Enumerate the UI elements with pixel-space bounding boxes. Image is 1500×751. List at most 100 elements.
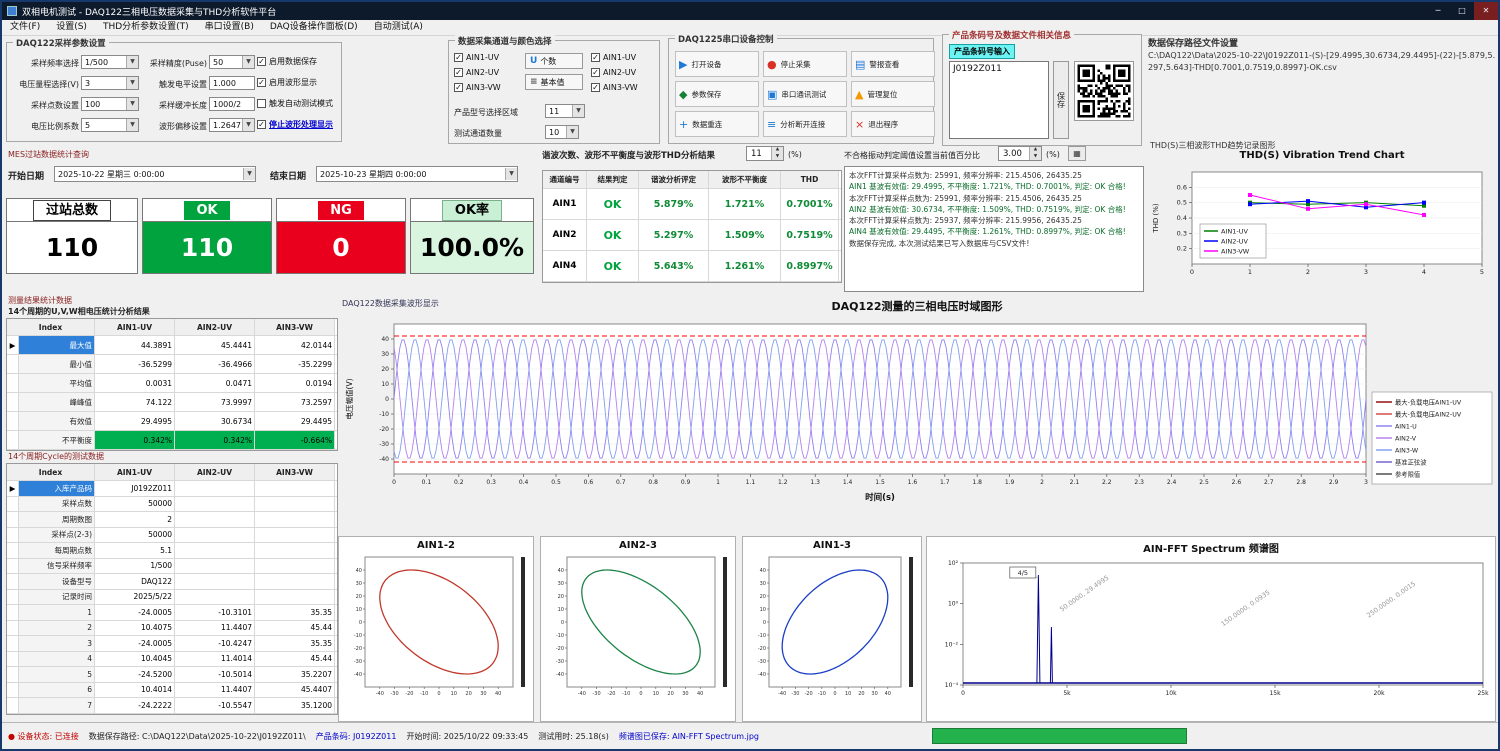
title-bar[interactable]: 双相电机测试 - DAQ122三相电压数据采集与THD分析软件平台 ─ □ ✕: [2, 2, 1498, 20]
checkbox-AIN1-UV[interactable]: ✓AIN1-UV: [454, 53, 501, 62]
table-row[interactable]: 每周期点数5.1: [7, 543, 337, 559]
device-button-管理复位[interactable]: ▲管理复位: [851, 81, 935, 107]
cell[interactable]: -36.4966: [175, 355, 255, 373]
end-date-picker[interactable]: 2025-10-23 星期四 0:00:00▼: [316, 166, 518, 182]
start-date-picker[interactable]: 2025-10-22 星期三 0:00:00▼: [54, 166, 256, 182]
cell[interactable]: [255, 590, 335, 605]
thd-row[interactable]: AIN1OK5.879%1.721%0.7001%: [543, 189, 841, 220]
checkbox-icon[interactable]: ✓: [591, 68, 600, 77]
chart-view-button[interactable]: ▦: [1068, 146, 1086, 161]
table-row[interactable]: ▶最大值44.389145.444142.0144: [7, 336, 337, 355]
thd-row[interactable]: AIN4OK5.643%1.261%0.8997%: [543, 251, 841, 282]
spin-down-icon[interactable]: ▼: [1030, 154, 1041, 161]
cell[interactable]: -24.0005: [95, 636, 175, 651]
device-button-串口通讯测试[interactable]: ▣串口通讯测试: [763, 81, 847, 107]
checkbox-icon[interactable]: ✓: [257, 120, 266, 129]
cell[interactable]: 73.9997: [175, 393, 255, 411]
table-row[interactable]: 7-24.2222-10.554735.1200: [7, 698, 337, 714]
cell[interactable]: 0.0194: [255, 374, 335, 392]
checkbox-AIN3-VW[interactable]: ✓AIN3-VW: [454, 83, 501, 92]
device-button-数据重连[interactable]: +数据重连: [675, 111, 759, 137]
menu-item-1[interactable]: 设置(S): [48, 20, 95, 35]
cell[interactable]: 45.44: [255, 652, 335, 667]
chevron-down-icon[interactable]: ▼: [566, 126, 578, 138]
checkbox-icon[interactable]: ✓: [591, 53, 600, 62]
cell[interactable]: [255, 559, 335, 574]
calendar-dropdown-icon[interactable]: ▼: [505, 168, 517, 180]
cell[interactable]: [175, 528, 255, 543]
table-row[interactable]: ▶入库产品码J0192Z011: [7, 481, 337, 497]
menu-item-2[interactable]: THD分析参数设置(T): [95, 20, 197, 35]
cell[interactable]: 45.4407: [255, 683, 335, 698]
cell[interactable]: 11.4014: [175, 652, 255, 667]
checkbox-AIN1-UV[interactable]: ✓AIN1-UV: [591, 53, 638, 62]
maximize-button[interactable]: □: [1450, 2, 1474, 20]
menu-item-5[interactable]: 自动测试(A): [366, 20, 431, 35]
cell[interactable]: 35.2207: [255, 667, 335, 682]
device-button-打开设备[interactable]: ▶打开设备: [675, 51, 759, 77]
minimize-button[interactable]: ─: [1426, 2, 1450, 20]
cell[interactable]: [175, 574, 255, 589]
table-row[interactable]: 采样点(2-3)50000: [7, 528, 337, 544]
checkbox-icon[interactable]: ✓: [454, 53, 463, 62]
cell[interactable]: 0.0031: [95, 374, 175, 392]
harmonic-spinner[interactable]: 11 ▲▼: [746, 146, 784, 161]
cell[interactable]: 44.3891: [95, 336, 175, 354]
table-row[interactable]: 采样点数50000: [7, 497, 337, 513]
checkbox-AIN3-VW[interactable]: ✓AIN3-VW: [591, 83, 638, 92]
cell[interactable]: [255, 543, 335, 558]
cell[interactable]: 2: [95, 512, 175, 527]
table-row[interactable]: 最小值-36.5299-36.4966-35.2299: [7, 355, 337, 374]
device-button-退出程序[interactable]: ×退出程序: [851, 111, 935, 137]
menu-item-4[interactable]: DAQ设备操作面板(D): [262, 20, 366, 35]
cell[interactable]: 29.4495: [255, 412, 335, 430]
table-row[interactable]: 有效值29.499530.673429.4495: [7, 412, 337, 431]
cell[interactable]: 50000: [95, 528, 175, 543]
thd-row[interactable]: AIN2OK5.297%1.509%0.7519%: [543, 220, 841, 251]
cell[interactable]: [255, 528, 335, 543]
checkbox-启用波形显示[interactable]: ✓启用波形显示: [257, 77, 317, 88]
checkbox-icon[interactable]: ✓: [454, 68, 463, 77]
checkbox-icon[interactable]: ✓: [591, 83, 600, 92]
cell[interactable]: 29.4995: [95, 412, 175, 430]
model-select[interactable]: 11▼: [545, 104, 585, 118]
table-row[interactable]: 210.407511.440745.44: [7, 621, 337, 637]
cell[interactable]: [175, 481, 255, 496]
button-基本值[interactable]: ≡基本值: [525, 74, 583, 90]
checkbox-icon[interactable]: ✓: [454, 83, 463, 92]
cell[interactable]: [255, 574, 335, 589]
cell[interactable]: 74.122: [95, 393, 175, 411]
cell[interactable]: 0.342%: [175, 431, 255, 449]
checkbox-icon[interactable]: ✓: [257, 57, 266, 66]
calendar-dropdown-icon[interactable]: ▼: [243, 168, 255, 180]
cell[interactable]: 73.2597: [255, 393, 335, 411]
cell[interactable]: -24.0005: [95, 605, 175, 620]
count-select[interactable]: 10▼: [545, 125, 579, 139]
cell[interactable]: -35.2299: [255, 355, 335, 373]
table-row[interactable]: 610.401411.440745.4407: [7, 683, 337, 699]
cell[interactable]: -24.5200: [95, 667, 175, 682]
checkbox-icon[interactable]: ✓: [257, 78, 266, 87]
checkbox-停止波形处理显示[interactable]: ✓停止波形处理显示: [257, 119, 333, 130]
cell[interactable]: 42.0144: [255, 336, 335, 354]
cell[interactable]: -36.5299: [95, 355, 175, 373]
threshold-spinner[interactable]: 3.00 ▲▼: [998, 146, 1042, 161]
table-row[interactable]: 周期数图2: [7, 512, 337, 528]
table-row[interactable]: 记录时间2025/5/22: [7, 590, 337, 606]
close-button[interactable]: ✕: [1474, 2, 1498, 20]
cell[interactable]: 30.6734: [175, 412, 255, 430]
cell[interactable]: [175, 590, 255, 605]
cell[interactable]: 11.4407: [175, 683, 255, 698]
cell[interactable]: -24.2222: [95, 698, 175, 713]
table-row[interactable]: 不平衡度0.342%0.342%-0.664%: [7, 431, 337, 450]
cell[interactable]: [175, 497, 255, 512]
cell[interactable]: 35.35: [255, 605, 335, 620]
cell[interactable]: DAQ122: [95, 574, 175, 589]
cell[interactable]: -10.5547: [175, 698, 255, 713]
cell[interactable]: 45.44: [255, 621, 335, 636]
cell[interactable]: -10.5014: [175, 667, 255, 682]
cell[interactable]: 0.342%: [95, 431, 175, 449]
chevron-down-icon[interactable]: ▼: [572, 105, 584, 117]
menu-item-0[interactable]: 文件(F): [2, 20, 48, 35]
table-row[interactable]: 平均值0.00310.04710.0194: [7, 374, 337, 393]
